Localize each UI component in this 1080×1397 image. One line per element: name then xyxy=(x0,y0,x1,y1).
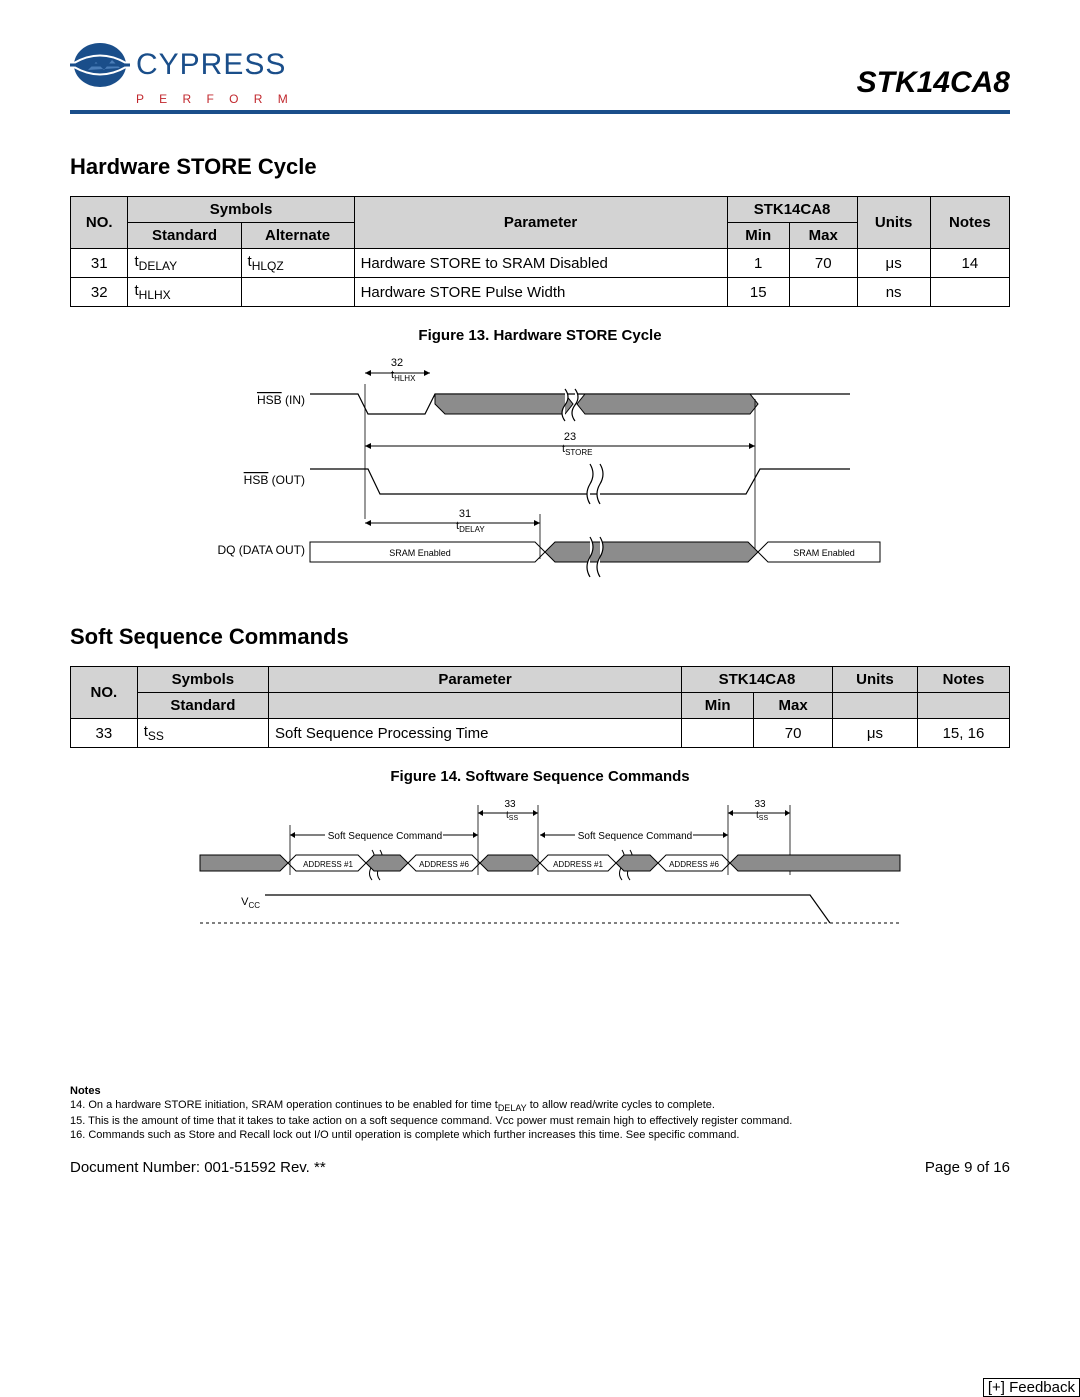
th-no: NO. xyxy=(71,197,128,249)
figure-caption-14: Figure 14. Software Sequence Commands xyxy=(70,768,1010,785)
th-notes: Notes xyxy=(930,197,1009,249)
th-max: Max xyxy=(754,693,833,719)
th-device: STK14CA8 xyxy=(727,197,857,223)
part-number: STK14CA8 xyxy=(857,66,1010,100)
note-15: 15. This is the amount of time that it t… xyxy=(70,1115,1010,1127)
cell-no: 32 xyxy=(71,278,128,307)
th-blank2 xyxy=(832,693,917,719)
table-row: 33 tSS Soft Sequence Processing Time 70 … xyxy=(71,719,1010,748)
page-header: CYPRESS P E R F O R M STK14CA8 xyxy=(70,40,1010,114)
svg-text:tDELAY: tDELAY xyxy=(456,520,485,534)
th-blank3 xyxy=(917,693,1009,719)
th-notes: Notes xyxy=(917,667,1009,693)
figure-caption-13: Figure 13. Hardware STORE Cycle xyxy=(70,327,1010,344)
soft-sequence-table: NO. Symbols Parameter STK14CA8 Units Not… xyxy=(70,666,1010,748)
th-symbols: Symbols xyxy=(128,197,354,223)
svg-text:23: 23 xyxy=(564,431,576,443)
cell-no: 31 xyxy=(71,249,128,278)
section-title-hardware-store: Hardware STORE Cycle xyxy=(70,154,1010,180)
svg-text:VCC: VCC xyxy=(241,896,260,910)
svg-text:33: 33 xyxy=(754,799,766,810)
table-row: 32 tHLHX Hardware STORE Pulse Width 15 n… xyxy=(71,278,1010,307)
svg-text:tSS: tSS xyxy=(756,810,768,822)
cell-std: tDELAY xyxy=(128,249,241,278)
th-min: Min xyxy=(727,223,789,249)
cypress-globe-icon xyxy=(70,40,130,90)
th-units: Units xyxy=(832,667,917,693)
cell-notes xyxy=(930,278,1009,307)
cell-param: Soft Sequence Processing Time xyxy=(269,719,682,748)
th-standard: Standard xyxy=(137,693,268,719)
th-device: STK14CA8 xyxy=(682,667,833,693)
cell-units: ns xyxy=(857,278,930,307)
notes-header: Notes xyxy=(70,1085,101,1097)
logo-text: CYPRESS xyxy=(136,48,286,82)
th-max: Max xyxy=(789,223,857,249)
svg-text:HSB (OUT): HSB (OUT) xyxy=(244,473,305,487)
svg-text:ADDRESS #6: ADDRESS #6 xyxy=(419,860,469,869)
th-no: NO. xyxy=(71,667,138,719)
svg-text:ADDRESS #1: ADDRESS #1 xyxy=(553,860,603,869)
cell-param: Hardware STORE Pulse Width xyxy=(354,278,727,307)
th-min: Min xyxy=(682,693,754,719)
cell-units: μs xyxy=(832,719,917,748)
cell-notes: 14 xyxy=(930,249,1009,278)
svg-text:ADDRESS #6: ADDRESS #6 xyxy=(669,860,719,869)
cell-param: Hardware STORE to SRAM Disabled xyxy=(354,249,727,278)
svg-text:DQ (DATA OUT): DQ (DATA OUT) xyxy=(217,543,305,557)
svg-text:32: 32 xyxy=(391,357,403,369)
page-footer: Document Number: 001-51592 Rev. ** Page … xyxy=(70,1159,1010,1176)
svg-text:tSTORE: tSTORE xyxy=(562,443,592,457)
th-parameter: Parameter xyxy=(269,667,682,693)
cell-max: 70 xyxy=(754,719,833,748)
cell-notes: 15, 16 xyxy=(917,719,1009,748)
feedback-button[interactable]: [+] Feedback xyxy=(983,1378,1080,1397)
cell-max: 70 xyxy=(789,249,857,278)
note-14: 14. On a hardware STORE initiation, SRAM… xyxy=(70,1099,1010,1113)
svg-text:SRAM Enabled: SRAM Enabled xyxy=(389,548,451,558)
cell-min: 15 xyxy=(727,278,789,307)
th-standard: Standard xyxy=(128,223,241,249)
th-blank xyxy=(269,693,682,719)
th-symbols: Symbols xyxy=(137,667,268,693)
th-units: Units xyxy=(857,197,930,249)
page-number: Page 9 of 16 xyxy=(925,1159,1010,1176)
logo: CYPRESS P E R F O R M xyxy=(70,40,294,106)
figure-13-timing-diagram: 32 tHLHX HSB (IN) 23 tSTORE HSB (OUT) 31… xyxy=(190,354,890,584)
cell-units: μs xyxy=(857,249,930,278)
note-16: 16. Commands such as Store and Recall lo… xyxy=(70,1129,1010,1141)
notes-section: Notes 14. On a hardware STORE initiation… xyxy=(70,1085,1010,1141)
svg-text:Soft Sequence Command: Soft Sequence Command xyxy=(578,831,693,842)
doc-number: Document Number: 001-51592 Rev. ** xyxy=(70,1159,326,1176)
cell-std: tHLHX xyxy=(128,278,241,307)
svg-text:tSS: tSS xyxy=(506,810,518,822)
cell-min: 1 xyxy=(727,249,789,278)
table-row: 31 tDELAY tHLQZ Hardware STORE to SRAM D… xyxy=(71,249,1010,278)
figure-14-timing-diagram: 33 tSS 33 tSS Soft Sequence Command Soft… xyxy=(160,795,920,945)
cell-no: 33 xyxy=(71,719,138,748)
svg-text:tHLHX: tHLHX xyxy=(391,369,416,383)
cell-min xyxy=(682,719,754,748)
cell-alt xyxy=(241,278,354,307)
cell-std: tSS xyxy=(137,719,268,748)
svg-text:Soft Sequence Command: Soft Sequence Command xyxy=(328,831,443,842)
hardware-store-table: NO. Symbols Parameter STK14CA8 Units Not… xyxy=(70,196,1010,307)
th-alternate: Alternate xyxy=(241,223,354,249)
svg-text:33: 33 xyxy=(504,799,516,810)
logo-subtitle: P E R F O R M xyxy=(136,92,294,106)
svg-text:31: 31 xyxy=(459,508,471,520)
svg-text:HSB (IN): HSB (IN) xyxy=(257,393,305,407)
svg-text:ADDRESS #1: ADDRESS #1 xyxy=(303,860,353,869)
section-title-soft-sequence: Soft Sequence Commands xyxy=(70,624,1010,650)
svg-text:SRAM Enabled: SRAM Enabled xyxy=(793,548,855,558)
cell-alt: tHLQZ xyxy=(241,249,354,278)
cell-max xyxy=(789,278,857,307)
th-parameter: Parameter xyxy=(354,197,727,249)
